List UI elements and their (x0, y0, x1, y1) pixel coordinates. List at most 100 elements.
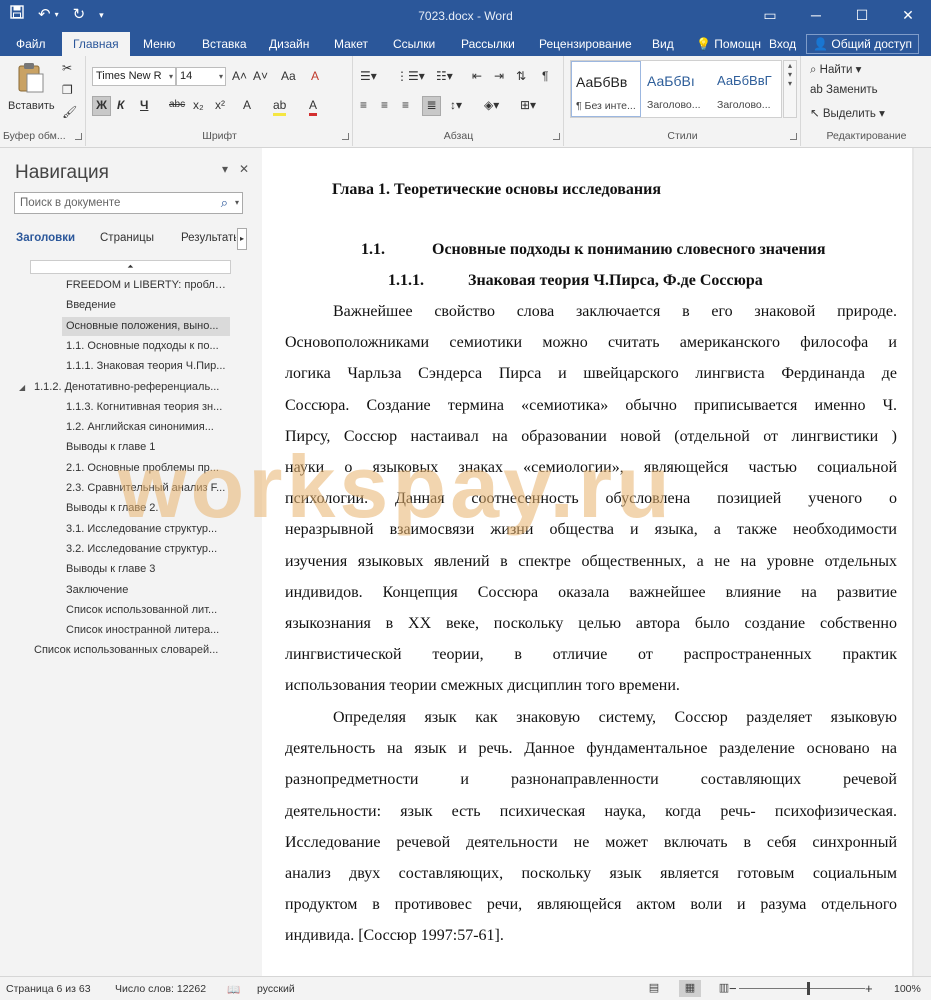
nav-heading-item[interactable]: 2.1. Основные проблемы пр... (66, 459, 230, 478)
tab-headings[interactable]: Заголовки (16, 232, 75, 244)
increase-indent-icon[interactable]: ⇥ (494, 68, 504, 84)
chevron-down-icon[interactable]: ▾ (235, 193, 239, 213)
language[interactable]: русский (257, 983, 295, 995)
nav-heading-item[interactable]: 3.2. Исследование структур... (66, 540, 230, 559)
align-left-icon[interactable]: ≡ (360, 97, 367, 113)
tab-review[interactable]: Рецензирование (539, 32, 632, 56)
numbering-icon[interactable]: ⋮☰▾ (396, 68, 425, 84)
tab-insert[interactable]: Вставка (202, 32, 247, 56)
align-right-icon[interactable]: ≡ (402, 97, 409, 113)
nav-heading-item[interactable]: 1.1. Основные подходы к по... (66, 337, 230, 356)
expand-triangle-icon[interactable]: ◢ (19, 383, 25, 392)
zoom-level[interactable]: 100% (894, 983, 921, 995)
font-family-combo[interactable]: Times New R ▾ (92, 67, 176, 86)
superscript-button[interactable]: x² (215, 97, 225, 113)
nav-heading-item[interactable]: 1.2. Английская синонимия... (66, 418, 230, 437)
nav-heading-item[interactable]: Выводы к главе 2. (66, 499, 230, 518)
nav-heading-item[interactable]: FREEDOM и LIBERTY: пробле... (66, 276, 230, 295)
nav-heading-item[interactable]: 1.1.3. Когнитивная теория зн... (66, 398, 230, 417)
zoom-slider[interactable] (739, 988, 865, 989)
read-mode-icon[interactable]: ▤ (643, 980, 665, 997)
tab-pages[interactable]: Страницы (100, 232, 154, 244)
font-size-combo[interactable]: 14 ▾ (176, 67, 226, 86)
show-formatting-button[interactable]: ¶ (542, 68, 548, 84)
tab-references[interactable]: Ссылки (393, 32, 435, 56)
close-icon[interactable]: ✕ (239, 162, 249, 176)
grow-font-button[interactable]: A˄ (232, 68, 247, 84)
chevron-right-icon[interactable]: ▸ (237, 228, 247, 250)
help-tell-me[interactable]: 💡 Помощн (696, 32, 761, 56)
cut-icon[interactable]: ✂ (62, 60, 72, 76)
proofing-icon[interactable]: 📖 (227, 983, 240, 996)
find-button[interactable]: ⌕ Найти ▾ (810, 62, 861, 77)
decrease-indent-icon[interactable]: ⇤ (472, 68, 482, 84)
nav-heading-item[interactable]: Список использованных словарей... (34, 641, 230, 660)
tab-design[interactable]: Дизайн (269, 32, 309, 56)
nav-heading-item[interactable]: 3.1. Исследование структур... (66, 520, 230, 539)
zoom-out-icon[interactable]: − (729, 981, 737, 996)
tab-view[interactable]: Вид (652, 32, 674, 56)
bold-button[interactable]: Ж (92, 96, 111, 116)
page-counter[interactable]: Страница 6 из 63 (6, 983, 91, 995)
tab-file[interactable]: Файл (16, 32, 46, 56)
nav-heading-item[interactable]: Список использованной лит... (66, 601, 230, 620)
multilevel-list-icon[interactable]: ☷▾ (436, 68, 453, 84)
highlight-button[interactable]: ab (273, 97, 287, 116)
nav-heading-item[interactable]: 1.1.2. Денотативно-референциаль... (34, 378, 230, 397)
text-effects-button[interactable]: A (243, 97, 251, 113)
nav-heading-item[interactable]: Введение (66, 296, 230, 315)
style-heading-2[interactable]: АаБбВвГ Заголово... (713, 61, 783, 117)
share-button[interactable]: 👤 Общий доступ (806, 34, 919, 54)
vertical-scrollbar[interactable] (914, 148, 931, 976)
styles-launcher[interactable] (790, 133, 797, 140)
justify-icon[interactable]: ≣ (422, 96, 441, 116)
line-spacing-icon[interactable]: ↕▾ (450, 97, 462, 113)
nav-heading-item[interactable]: 2.3. Сравнительный анализ F... (66, 479, 230, 498)
search-icon[interactable]: ⌕ (221, 193, 228, 213)
tab-results[interactable]: Результаты (181, 232, 236, 244)
shading-icon[interactable]: ◈▾ (484, 97, 499, 113)
replace-button[interactable]: ab Заменить (810, 84, 878, 96)
nav-heading-item[interactable]: Заключение (66, 581, 230, 600)
nav-heading-item[interactable]: Выводы к главе 1 (66, 438, 230, 457)
ribbon-display-options-icon[interactable]: ▭ (747, 0, 793, 32)
search-input[interactable]: Поиск в документе ⌕ ▾ (14, 192, 243, 214)
clear-formatting-button[interactable]: A (311, 68, 319, 84)
font-color-button[interactable]: A (309, 97, 318, 116)
nav-heading-item[interactable]: Выводы к главе 3 (66, 560, 230, 579)
tab-layout[interactable]: Макет (334, 32, 368, 56)
bullets-icon[interactable]: ☰▾ (360, 68, 377, 84)
borders-icon[interactable]: ⊞▾ (520, 97, 536, 113)
copy-icon[interactable]: ❐ (62, 82, 73, 98)
style-heading-1[interactable]: АаБбВı Заголово... (643, 61, 713, 117)
underline-button[interactable]: Ч (140, 97, 148, 113)
word-count[interactable]: Число слов: 12262 (115, 983, 206, 995)
change-case-button[interactable]: Aa (281, 68, 296, 84)
paragraph-launcher[interactable] (553, 133, 560, 140)
shrink-font-button[interactable]: A˅ (253, 68, 268, 84)
format-painter-icon[interactable]: 🖌 (62, 104, 77, 120)
subscript-button[interactable]: x₂ (193, 97, 204, 113)
font-launcher[interactable] (342, 133, 349, 140)
nav-heading-item[interactable]: Основные положения, выно... (62, 316, 230, 336)
close-button[interactable]: ✕ (885, 0, 931, 32)
document-page[interactable]: Глава 1. Теоретические основы исследован… (118, 148, 912, 976)
align-center-icon[interactable]: ≡ (381, 97, 388, 113)
print-layout-icon[interactable]: ▦ (679, 980, 701, 997)
strikethrough-button[interactable]: abc (169, 97, 185, 113)
nav-heading-item[interactable]: Список иностранной литера... (66, 621, 230, 640)
collapse-all-button[interactable]: ⏶ (30, 260, 231, 274)
pane-options-icon[interactable]: ▾ (222, 162, 228, 176)
italic-button[interactable]: К (117, 97, 124, 113)
tab-menu[interactable]: Меню (143, 32, 175, 56)
clipboard-launcher[interactable] (75, 133, 82, 140)
zoom-slider-thumb[interactable] (807, 982, 810, 995)
tab-home[interactable]: Главная (62, 32, 130, 56)
sign-in-link[interactable]: Вход (769, 32, 796, 56)
maximize-button[interactable]: ☐ (839, 0, 885, 32)
sort-icon[interactable]: ⇅ (516, 68, 526, 84)
nav-heading-item[interactable]: 1.1.1. Знаковая теория Ч.Пир... (66, 357, 230, 376)
minimize-button[interactable]: ─ (793, 0, 839, 32)
zoom-in-icon[interactable]: + (865, 981, 873, 996)
paste-button[interactable]: Вставить (8, 62, 55, 114)
